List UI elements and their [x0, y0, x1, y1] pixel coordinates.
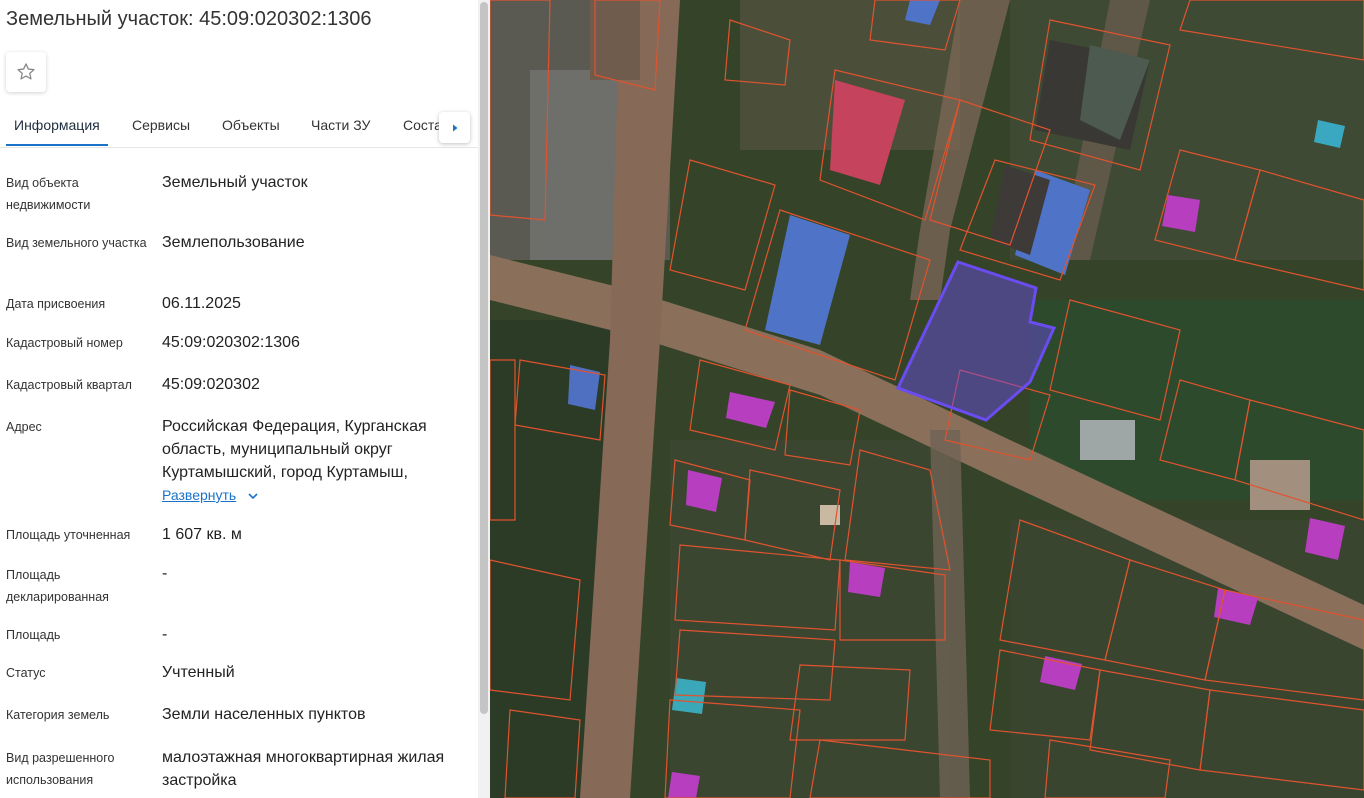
expand-address-link[interactable]: Развернуть: [162, 487, 236, 503]
area-value: -: [162, 626, 168, 643]
favorite-button[interactable]: [6, 52, 46, 92]
plot-type-value: Землепользование: [162, 234, 305, 251]
plot-type-label: Вид земельного участка: [6, 236, 147, 250]
panel-scrollbar[interactable]: [478, 0, 490, 798]
tab-bar: Информация Сервисы Объекты Части ЗУ Сост…: [0, 104, 478, 148]
area-declared-label: Площадь декларированная: [6, 568, 109, 604]
land-category-label: Категория земель: [6, 708, 110, 722]
assign-date-value: 06.11.2025: [162, 295, 241, 312]
tab-objects[interactable]: Объекты: [222, 117, 280, 133]
area-declared-value: -: [162, 565, 168, 582]
status-label: Статус: [6, 666, 46, 680]
land-category-value: Земли населенных пунктов: [162, 706, 366, 723]
cad-quarter-value: 45:09:020302: [162, 376, 260, 393]
cad-number-label: Кадастровый номер: [6, 336, 123, 350]
area-refined-label: Площадь уточненная: [6, 528, 131, 542]
cad-number-value: 45:09:020302:1306: [162, 334, 300, 351]
tab-services[interactable]: Сервисы: [132, 117, 190, 133]
active-tab-indicator: [6, 144, 108, 146]
star-icon: [17, 63, 35, 80]
page-title: Земельный участок: 45:09:020302:1306: [6, 8, 372, 30]
assign-date-label: Дата присвоения: [6, 297, 106, 311]
tab-plot-parts[interactable]: Части ЗУ: [311, 117, 370, 133]
permitted-use-label: Вид разрешенного использования: [6, 751, 115, 787]
area-refined-value: 1 607 кв. м: [162, 526, 242, 543]
cad-quarter-label: Кадастровый квартал: [6, 378, 132, 392]
object-type-value: Земельный участок: [162, 174, 308, 191]
scrollbar-thumb[interactable]: [480, 2, 488, 714]
object-type-label: Вид объекта недвижимости: [6, 176, 91, 212]
tab-information[interactable]: Информация: [14, 117, 100, 133]
map-view[interactable]: [490, 0, 1364, 798]
address-label: Адрес: [6, 420, 42, 434]
address-value: Российская Федерация, Курганская область…: [162, 418, 427, 481]
chevron-right-icon: [452, 124, 457, 131]
chevron-down-icon[interactable]: [246, 489, 260, 503]
tabs-scroll-right-button[interactable]: [439, 112, 470, 143]
area-label: Площадь: [6, 628, 61, 642]
status-value: Учтенный: [162, 664, 235, 681]
info-panel: Земельный участок: 45:09:020302:1306 Инф…: [0, 0, 478, 798]
permitted-use-value: малоэтажная многоквартирная жилая застро…: [162, 749, 445, 789]
satellite-map[interactable]: [490, 0, 1364, 798]
